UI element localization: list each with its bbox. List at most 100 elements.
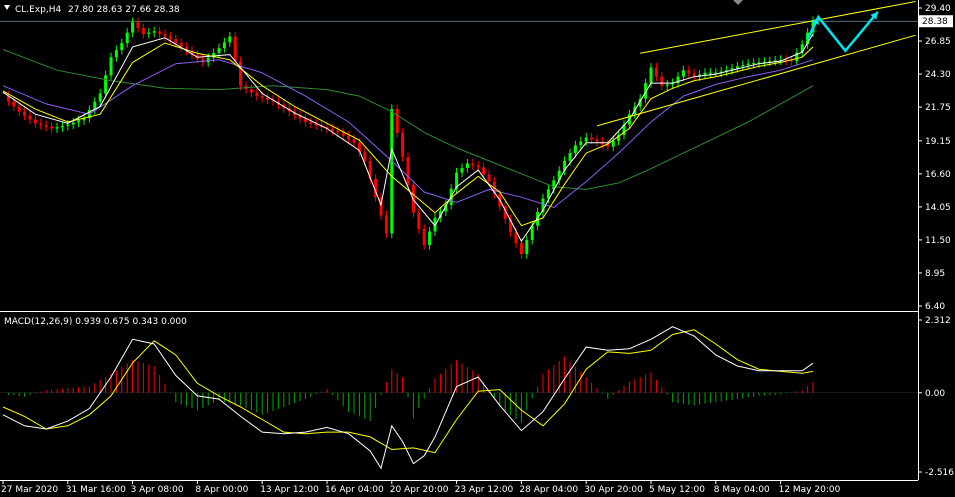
candle-body <box>141 28 145 34</box>
time-tick-label: 20 Apr 20:00 <box>390 485 449 495</box>
macd-tick-label: 2.312 <box>925 316 951 326</box>
macd-label: MACD(12,26,9) 0.939 0.675 0.343 0.000 <box>4 317 187 327</box>
candle-body <box>746 63 750 66</box>
time-tick-label: 31 Mar 16:00 <box>66 485 126 495</box>
candle-body <box>752 63 756 65</box>
price-tick-label: 11.50 <box>925 236 951 246</box>
candle-body <box>708 72 712 74</box>
candle-body <box>347 135 351 140</box>
candle-body <box>649 67 653 84</box>
axes: 29.40 26.85 24.30 21.75 19.15 16.60 14.05 11.50… <box>1 4 954 495</box>
time-tick-label: 8 May 04:00 <box>714 485 770 495</box>
moving-average-fast <box>2 33 814 243</box>
candle-body <box>309 122 313 124</box>
chart-shift-marker-icon[interactable] <box>733 0 743 5</box>
candle-body <box>60 125 64 128</box>
candle-body <box>39 123 43 126</box>
candle-body <box>660 76 664 86</box>
candle-body <box>789 60 793 62</box>
time-tick-label: 28 Apr 04:00 <box>519 485 578 495</box>
candle-body <box>422 228 426 246</box>
candle-body <box>71 122 75 125</box>
candle-body <box>417 212 421 229</box>
time-tick-label: 23 Apr 12:00 <box>455 485 514 495</box>
time-tick-label: 30 Apr 20:00 <box>584 485 643 495</box>
candle-body <box>687 70 691 74</box>
candle-body <box>228 36 232 43</box>
price-tick-label: 19.15 <box>925 137 951 147</box>
time-tick-label: 8 Apr 00:00 <box>195 485 248 495</box>
time-tick-label: 13 Apr 12:00 <box>260 485 319 495</box>
candle-body <box>460 168 464 173</box>
candle-body <box>471 163 475 166</box>
candle-body <box>168 36 172 40</box>
candle-body <box>525 239 529 255</box>
candle-body <box>352 139 356 143</box>
candle-body <box>568 153 572 161</box>
time-tick-label: 16 Apr 04:00 <box>325 485 384 495</box>
candle-body <box>12 101 16 107</box>
candle-body <box>114 50 118 58</box>
candle-body <box>519 243 523 255</box>
candle-body <box>595 139 599 142</box>
time-tick-label: 12 May 20:00 <box>779 485 841 495</box>
price-tick-label: 26.85 <box>925 37 951 47</box>
candle-body <box>428 231 432 246</box>
candle-body <box>260 96 264 98</box>
candle-body <box>487 174 491 182</box>
candle-body <box>573 145 577 154</box>
chart-frame <box>0 0 919 481</box>
candle-body <box>239 61 243 86</box>
candle-body <box>363 151 367 161</box>
candle-body <box>222 42 226 49</box>
candle-body <box>104 75 108 94</box>
candle-body <box>17 106 21 112</box>
candle-body <box>735 66 739 69</box>
candle-body <box>665 84 669 86</box>
time-tick-label: 27 Mar 2020 <box>1 485 58 495</box>
time-tick-label: 5 May 12:00 <box>649 485 705 495</box>
candle-body <box>584 137 588 142</box>
candle-body <box>66 124 70 126</box>
candle-body <box>741 65 745 67</box>
price-tick-label: 29.40 <box>925 4 951 14</box>
candle-body <box>158 31 162 34</box>
price-tick-label: 21.75 <box>925 103 951 113</box>
symbol-label: CL.Exp,H4 <box>15 5 62 15</box>
candle-body <box>654 67 658 77</box>
candle-body <box>125 32 129 43</box>
moving-average-mid <box>2 42 814 227</box>
candle-body <box>136 22 140 29</box>
candle-body <box>98 93 102 102</box>
price-panel <box>0 1 918 259</box>
candle-body <box>174 39 178 43</box>
candle-body <box>163 33 167 37</box>
chart-canvas[interactable]: 29.40 26.85 24.30 21.75 19.15 16.60 14.05 11.50… <box>0 0 955 497</box>
candle-body <box>590 137 594 140</box>
candle-body <box>465 163 469 169</box>
candle-body <box>152 31 156 33</box>
candle-body <box>33 119 37 124</box>
candle-body <box>206 57 210 63</box>
candle-body <box>579 141 583 146</box>
symbol-dropdown-icon[interactable] <box>4 5 10 10</box>
candle-body <box>703 72 707 75</box>
candle-body <box>55 127 59 129</box>
chart-header: CL.Exp,H4 27.80 28.63 27.66 28.38 <box>4 0 743 15</box>
candle-body <box>50 126 54 129</box>
candle-body <box>266 97 270 100</box>
candle-body <box>28 115 32 120</box>
price-tick-label: 16.60 <box>925 170 951 180</box>
candle-body <box>255 92 259 97</box>
candle-body <box>611 140 615 147</box>
candle-body <box>147 32 151 34</box>
candle-body <box>120 42 124 51</box>
channel-upper-line <box>640 1 916 54</box>
candle-body <box>249 89 253 93</box>
candle-body <box>395 109 399 134</box>
macd-tick-label: -2.516 <box>925 468 954 478</box>
candle-body <box>330 128 334 131</box>
candle-body <box>406 157 410 185</box>
candle-body <box>401 133 405 157</box>
candle-body <box>23 111 27 116</box>
